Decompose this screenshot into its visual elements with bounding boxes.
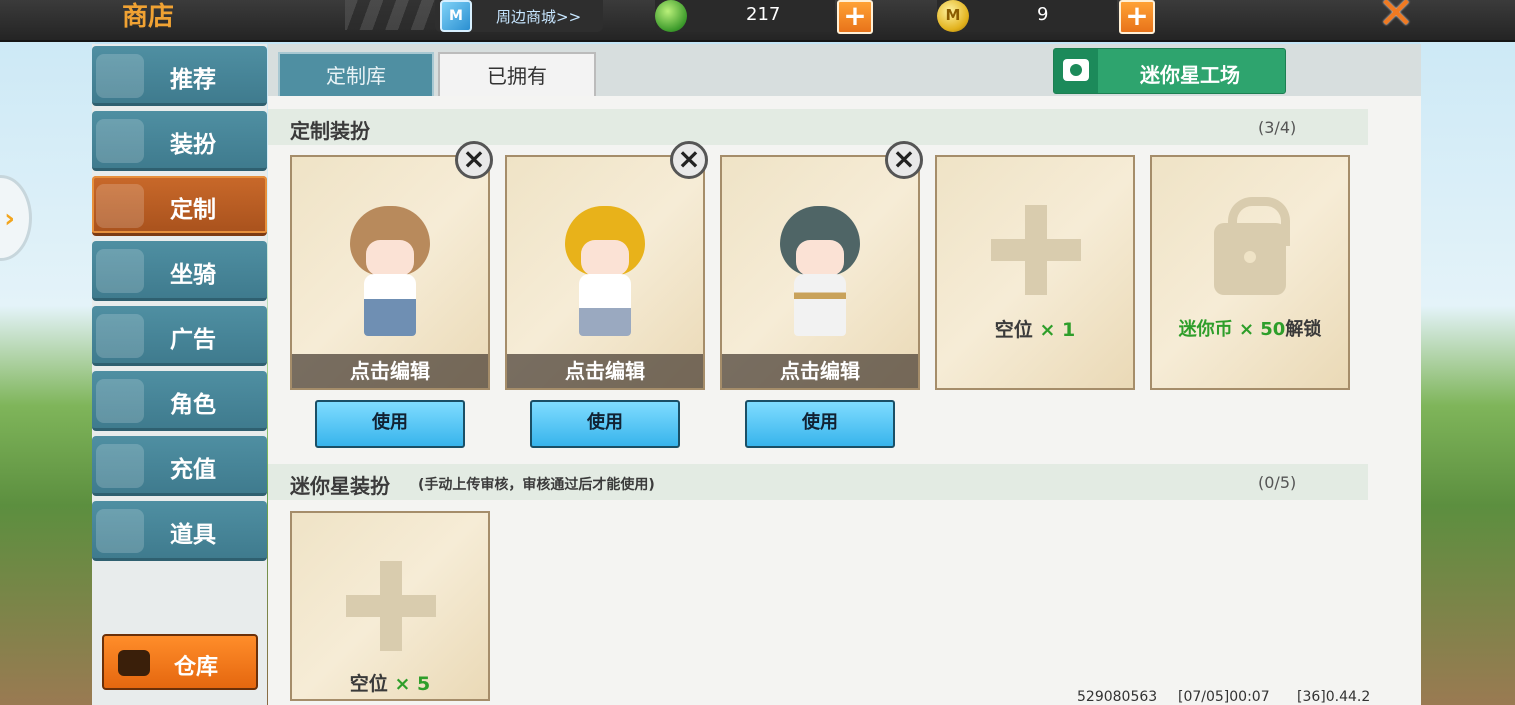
use-button[interactable]: 使用 [315, 400, 465, 448]
sidebar-item-character[interactable]: 角色 [92, 371, 267, 431]
sidebar-item-recharge[interactable]: 充值 [92, 436, 267, 496]
section-count: (0/5) [1258, 473, 1297, 492]
warehouse-button[interactable]: 仓库 [102, 634, 258, 690]
datetime: [07/05]00:07 [1178, 689, 1270, 705]
avatar-preview [772, 192, 868, 352]
close-icon[interactable]: × [885, 141, 923, 179]
coin-stack-icon [96, 444, 144, 488]
tab-custom-library[interactable]: 定制库 [278, 52, 434, 98]
add-coins-button[interactable]: + [1119, 0, 1155, 34]
outfit-card[interactable]: 点击编辑 [720, 155, 920, 390]
decorative-stripes [345, 0, 435, 30]
warehouse-label: 仓库 [174, 655, 219, 680]
main-panel: 定制库 已拥有 迷你星工场 定制装扮 (3/4) 点击编辑 × 使用 点击编辑 … [268, 44, 1421, 705]
avatar-preview [342, 192, 438, 352]
shirt-icon [96, 119, 144, 163]
section-title: 定制装扮 [290, 119, 370, 143]
mall-link[interactable]: 周边商城>> [496, 6, 581, 27]
gem-balance: 217 [746, 4, 781, 25]
chevron-right-icon: › [4, 204, 15, 234]
section-note: (手动上传审核，审核通过后才能使用) [418, 477, 655, 493]
camera-icon [1063, 59, 1089, 81]
mall-icon[interactable]: M [440, 0, 472, 32]
version: [36]0.44.2 [1297, 689, 1371, 705]
camera-icon-box [1054, 49, 1098, 93]
page-title: 商店 [122, 2, 175, 32]
workshop-label: 迷你星工场 [1140, 63, 1240, 87]
character-icon [96, 379, 144, 423]
sidebar-item-outfit[interactable]: 装扮 [92, 111, 267, 171]
top-bar: 商店 M 周边商城>> 217 + M 9 + ✕ [0, 0, 1515, 42]
mini-empty-slot-card[interactable]: 空位 × 5 [290, 511, 490, 701]
sidebar-item-label: 坐骑 [170, 262, 216, 288]
outfit-card[interactable]: 点击编辑 [290, 155, 490, 390]
sidebar-item-label: 充值 [170, 457, 216, 483]
coin-icon: M [937, 0, 969, 32]
add-gems-button[interactable]: + [837, 0, 873, 34]
empty-slot-label: 空位 × 1 [994, 319, 1076, 341]
mount-icon [96, 249, 144, 293]
use-button[interactable]: 使用 [530, 400, 680, 448]
close-icon[interactable]: ✕ [1374, 0, 1418, 38]
gem-icon [655, 0, 687, 32]
unlock-label: 迷你币 × 50解锁 [1178, 319, 1322, 340]
close-icon[interactable]: × [455, 141, 493, 179]
coin-balance: 9 [1037, 4, 1049, 25]
sidebar-item-recommend[interactable]: 推荐 [92, 46, 267, 106]
sidebar-item-mount[interactable]: 坐骑 [92, 241, 267, 301]
sidebar-item-label: 推荐 [170, 67, 216, 93]
lock-icon [1214, 197, 1290, 295]
gift-ad-icon [96, 314, 144, 358]
tab-owned[interactable]: 已拥有 [438, 52, 596, 98]
custom-section-header: 定制装扮 (3/4) [268, 109, 1368, 145]
edit-label[interactable]: 点击编辑 [722, 354, 918, 388]
chest-icon [118, 650, 150, 676]
locked-slot-card[interactable]: 迷你币 × 50解锁 [1150, 155, 1350, 390]
sidebar-item-custom[interactable]: 定制 [92, 176, 267, 236]
empty-slot-card[interactable]: 空位 × 1 [935, 155, 1135, 390]
edit-label[interactable]: 点击编辑 [292, 354, 488, 388]
close-icon[interactable]: × [670, 141, 708, 179]
plus-icon [991, 205, 1081, 295]
section-title: 迷你星装扮 [290, 474, 390, 498]
background-scenery-left [0, 40, 95, 705]
sidebar: 推荐 装扮 定制 坐骑 广告 角色 充值 道具 仓库 [92, 44, 267, 705]
use-button[interactable]: 使用 [745, 400, 895, 448]
sidebar-item-label: 角色 [170, 392, 216, 418]
edit-label[interactable]: 点击编辑 [507, 354, 703, 388]
content-area: 定制装扮 (3/4) 点击编辑 × 使用 点击编辑 × 使用 点击编辑 × 使用… [268, 96, 1421, 705]
thumbs-up-icon [96, 54, 144, 98]
empty-slot-label: 空位 × 5 [349, 673, 431, 695]
custom-edit-icon [96, 184, 144, 228]
section-count: (3/4) [1258, 118, 1297, 137]
item-icon [96, 509, 144, 553]
background-scenery-right [1420, 40, 1515, 705]
sidebar-item-items[interactable]: 道具 [92, 501, 267, 561]
sidebar-item-label: 广告 [170, 327, 216, 353]
sidebar-item-label: 装扮 [170, 132, 216, 158]
outfit-card[interactable]: 点击编辑 [505, 155, 705, 390]
plus-icon [346, 561, 436, 651]
sidebar-item-ads[interactable]: 广告 [92, 306, 267, 366]
avatar-preview [557, 192, 653, 352]
sidebar-item-label: 道具 [170, 522, 216, 548]
sidebar-item-label: 定制 [170, 197, 216, 223]
user-id: 529080563 [1077, 689, 1158, 705]
workshop-button[interactable]: 迷你星工场 [1053, 48, 1286, 94]
mini-section-header: 迷你星装扮 (手动上传审核，审核通过后才能使用) (0/5) [268, 464, 1368, 500]
